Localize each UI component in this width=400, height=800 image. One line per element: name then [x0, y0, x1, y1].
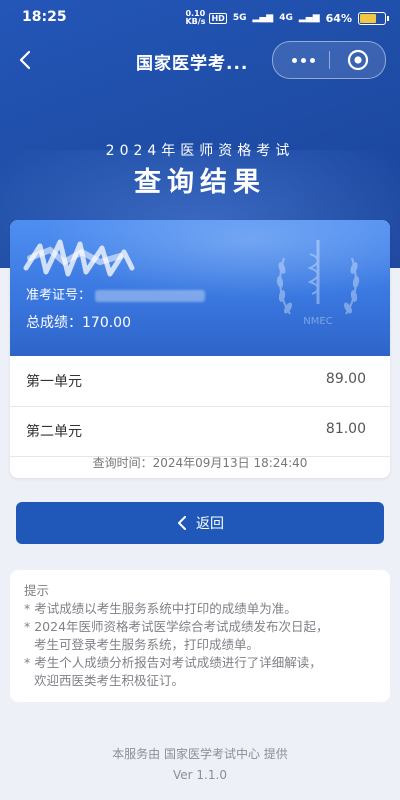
more-dots-icon[interactable]: [291, 52, 315, 68]
chevron-left-icon[interactable]: [14, 48, 38, 72]
target-circle-icon[interactable]: [347, 49, 369, 71]
unit-name: 第二单元: [26, 424, 82, 440]
signal-bars-icon: ▂▄▆: [252, 13, 274, 23]
signal-4g: 4G: [279, 13, 293, 23]
result-title: 查询结果: [134, 167, 266, 198]
exam-id-label: 准考证号：: [26, 288, 92, 303]
nav-bar: 国家医学考...: [0, 38, 400, 82]
version-text: Ver 1.1.0: [173, 768, 227, 782]
tips-heading: 提示: [24, 583, 50, 598]
capsule-divider: [329, 51, 330, 69]
status-time: 18:25: [22, 9, 67, 25]
card-banner: 准考证号： 总成绩：170.00 NMEC: [10, 220, 390, 356]
redacted-name-scribble: [23, 239, 135, 277]
return-button[interactable]: 返回: [16, 502, 384, 544]
unit-score: 89.00: [325, 371, 366, 387]
exam-id-redacted: [95, 289, 206, 302]
total-score: 总成绩：170.00: [26, 315, 131, 331]
unit-name: 第一单元: [26, 374, 82, 390]
provider-text: 本服务由 国家医学考试中心 提供: [112, 747, 288, 761]
tip-line: * 考试成绩以考生服务系统中打印的成绩单为准。: [24, 601, 297, 616]
battery-icon: [358, 11, 389, 25]
tip-line: 欢迎西医类考生积极征订。: [34, 673, 185, 688]
emblem-text: NMEC: [303, 316, 332, 327]
status-bar: 18:25 0.10 KB/s HD 5G ▂▄▆ 4G ▂▄▆ 64%: [0, 0, 400, 36]
exam-id-row: 准考证号：: [26, 284, 206, 303]
signal-bars-icon-2: ▂▄▆: [298, 13, 320, 23]
battery-percent: 64%: [325, 11, 352, 25]
tip-line: * 2024年医师资格考试医学综合考试成绩发布次日起，: [24, 619, 329, 634]
result-card: 准考证号： 总成绩：170.00 NMEC 第一单元 89.00 第二单元 81…: [10, 220, 390, 478]
page-title: 国家医学考...: [136, 54, 249, 74]
exam-subtitle: 2024年医师资格考试: [105, 143, 295, 159]
tips-panel: 提示 * 考试成绩以考生服务系统中打印的成绩单为准。 * 2024年医师资格考试…: [10, 570, 390, 702]
mini-program-capsule: [272, 41, 386, 79]
hd-badge: HD: [209, 12, 227, 24]
list-item: 第二单元 81.00: [10, 406, 390, 457]
nmec-emblem-icon: NMEC: [276, 240, 360, 327]
chevron-left-icon: [178, 516, 186, 530]
unit-score: 81.00: [325, 421, 366, 437]
query-time: 查询时间：2024年09月13日 18:24:40: [92, 456, 308, 470]
network-speed: 0.10 KB/s: [185, 9, 206, 26]
tip-line: 考生可登录考生服务系统，打印成绩单。: [34, 637, 260, 652]
signal-5g: 5G: [232, 13, 247, 23]
list-item: 第一单元 89.00: [10, 356, 390, 407]
tip-line: * 考生个人成绩分析报告对考试成绩进行了详细解读，: [24, 655, 322, 670]
status-indicators: 0.10 KB/s HD 5G ▂▄▆ 4G ▂▄▆ 64%: [185, 9, 389, 26]
return-button-label: 返回: [196, 516, 224, 532]
